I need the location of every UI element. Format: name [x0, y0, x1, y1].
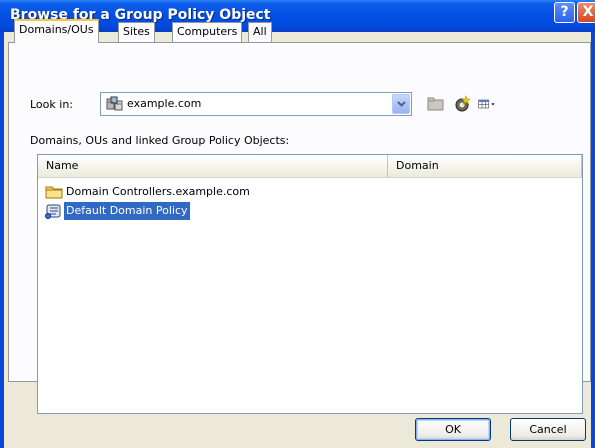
- column-header-name[interactable]: Name: [38, 155, 388, 177]
- list-item-name: Domain Controllers.example.com: [66, 185, 250, 198]
- list-item-name: Default Domain Policy: [64, 202, 190, 220]
- dialog-window: Browse for a Group Policy Object ? X Dom…: [0, 0, 595, 448]
- look-in-label: Look in:: [30, 98, 73, 111]
- close-button[interactable]: X: [577, 2, 595, 23]
- combo-dropdown-button[interactable]: [392, 94, 410, 114]
- domain-icon: [106, 96, 123, 111]
- look-in-value: example.com: [127, 97, 202, 110]
- tab-domains-ous[interactable]: Domains/OUs: [14, 19, 99, 43]
- gpo-scroll-icon: [45, 204, 61, 219]
- tab-computers[interactable]: Computers: [172, 22, 243, 42]
- tab-all[interactable]: All: [248, 22, 272, 42]
- chevron-down-icon: [397, 101, 406, 107]
- help-button[interactable]: ?: [554, 2, 575, 23]
- cancel-button[interactable]: Cancel: [510, 418, 586, 441]
- list-caption: Domains, OUs and linked Group Policy Obj…: [30, 134, 290, 147]
- ok-button[interactable]: OK: [415, 418, 491, 441]
- up-folder-icon[interactable]: [426, 95, 446, 113]
- view-menu-icon[interactable]: [478, 95, 498, 113]
- new-gpo-icon[interactable]: [452, 95, 472, 113]
- list-header: Name Domain: [38, 155, 582, 178]
- look-in-combobox[interactable]: example.com: [100, 92, 412, 116]
- tab-sites[interactable]: Sites: [118, 22, 155, 42]
- column-header-domain[interactable]: Domain: [388, 155, 582, 177]
- gpo-listview[interactable]: Name Domain Domain Controllers.example.c…: [37, 154, 583, 414]
- folder-icon: [45, 186, 63, 199]
